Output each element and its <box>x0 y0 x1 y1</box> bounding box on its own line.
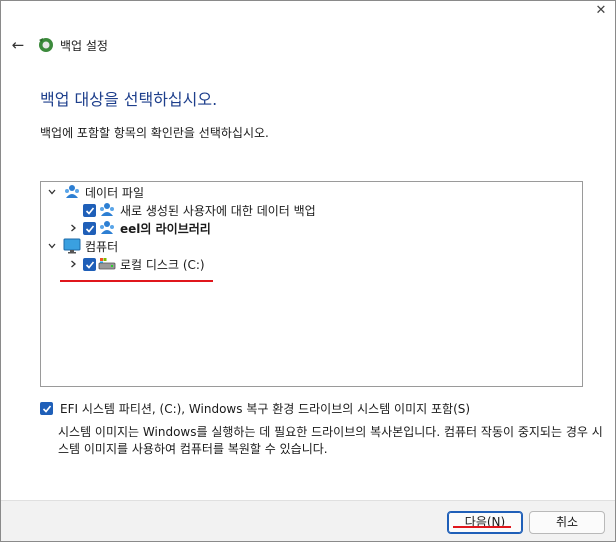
chevron-right-icon[interactable] <box>68 223 78 233</box>
chevron-down-icon[interactable] <box>47 241 57 251</box>
dialog-footer: 다음(N) 취소 <box>1 500 615 541</box>
tree-item-label: 컴퓨터 <box>85 239 119 254</box>
efi-label: EFI 시스템 파티션, (C:), Windows 복구 환경 드라이브의 시… <box>60 402 471 416</box>
chevron-right-icon[interactable] <box>68 259 78 269</box>
checkbox[interactable] <box>83 257 96 271</box>
close-icon[interactable]: ✕ <box>591 3 611 19</box>
tree-item-eel-libraries[interactable]: eel의 라이브러리 <box>68 219 211 237</box>
window-title: 백업 설정 <box>60 39 108 53</box>
tree-item-local-disk-c[interactable]: 로컬 디스크 (C:) <box>68 255 205 273</box>
drive-icon <box>98 258 116 270</box>
system-image-description: 시스템 이미지는 Windows를 실행하는 데 필요한 드라이브의 복사본입니… <box>58 425 603 456</box>
tree-item-label: 새로 생성된 사용자에 대한 데이터 백업 <box>120 203 316 218</box>
backup-app-icon <box>39 38 53 52</box>
efi-include-option[interactable]: EFI 시스템 파티션, (C:), Windows 복구 환경 드라이브의 시… <box>40 400 470 417</box>
tree-item-label: eel의 라이브러리 <box>120 221 211 236</box>
user-icon <box>100 221 114 234</box>
instruction-text: 백업에 포함할 항목의 확인란을 선택하십시오. <box>40 126 269 140</box>
backup-settings-window: ✕ ← 백업 설정 백업 대상을 선택하십시오. 백업에 포함할 항목의 확인란… <box>0 0 616 542</box>
backup-items-tree[interactable]: 데이터 파일 새로 생성된 사용자에 대한 데이터 백업 eel의 라이브러리 … <box>40 181 583 387</box>
tree-item-label: 데이터 파일 <box>85 185 145 200</box>
monitor-icon <box>63 238 81 254</box>
users-icon <box>65 185 79 198</box>
checkbox[interactable] <box>83 221 96 235</box>
users-icon <box>100 203 114 216</box>
highlight-underline <box>60 280 213 282</box>
title-bar: ← 백업 설정 <box>1 31 615 61</box>
back-arrow-icon[interactable]: ← <box>9 33 27 57</box>
efi-checkbox[interactable] <box>40 402 53 415</box>
checkbox[interactable] <box>83 203 96 217</box>
cancel-button[interactable]: 취소 <box>529 511 605 534</box>
highlight-underline-next <box>453 526 511 528</box>
tree-item-new-users[interactable]: 새로 생성된 사용자에 대한 데이터 백업 <box>83 201 316 219</box>
next-button[interactable]: 다음(N) <box>447 511 523 534</box>
chevron-down-icon[interactable] <box>47 187 57 197</box>
tree-item-computer[interactable]: 컴퓨터 <box>47 237 118 255</box>
tree-item-data-files[interactable]: 데이터 파일 <box>47 183 144 201</box>
tree-item-label: 로컬 디스크 (C:) <box>120 257 205 272</box>
page-title: 백업 대상을 선택하십시오. <box>40 90 218 109</box>
